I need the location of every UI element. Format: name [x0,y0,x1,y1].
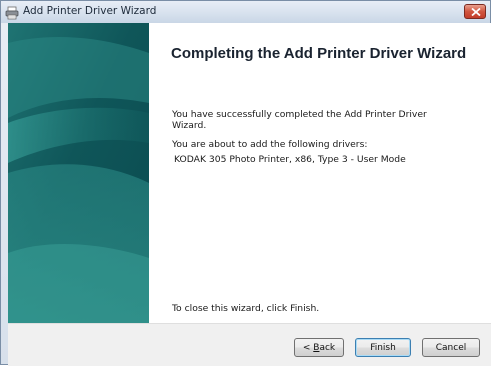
back-button[interactable]: < Back [294,338,344,357]
back-button-label: ack [319,342,336,353]
back-button-prefix: < [302,342,314,353]
page-title: Completing the Add Printer Driver Wizard [171,45,467,62]
wizard-sidebar-graphic [8,23,149,323]
cancel-button[interactable]: Cancel [422,338,480,357]
close-button[interactable] [464,4,486,19]
wizard-content: Completing the Add Printer Driver Wizard… [149,23,491,323]
finish-button-label: Finish [370,342,396,353]
close-instruction: To close this wizard, click Finish. [172,303,320,314]
finish-button[interactable]: Finish [355,338,411,357]
close-icon [471,8,481,16]
wizard-window: Add Printer Driver Wizard Completing the… [0,0,491,366]
title-bar[interactable]: Add Printer Driver Wizard [1,1,490,23]
window-title: Add Printer Driver Wizard [23,5,157,17]
wizard-button-bar: < Back Finish Cancel [8,323,491,366]
printer-icon [5,5,19,20]
success-message: You have successfully completed the Add … [172,109,427,131]
cancel-button-label: Cancel [435,342,467,353]
driver-list-item: KODAK 305 Photo Printer, x86, Type 3 - U… [174,154,406,165]
about-to-add-text: You are about to add the following drive… [172,139,368,150]
wizard-client-area: Completing the Add Printer Driver Wizard… [8,23,491,366]
